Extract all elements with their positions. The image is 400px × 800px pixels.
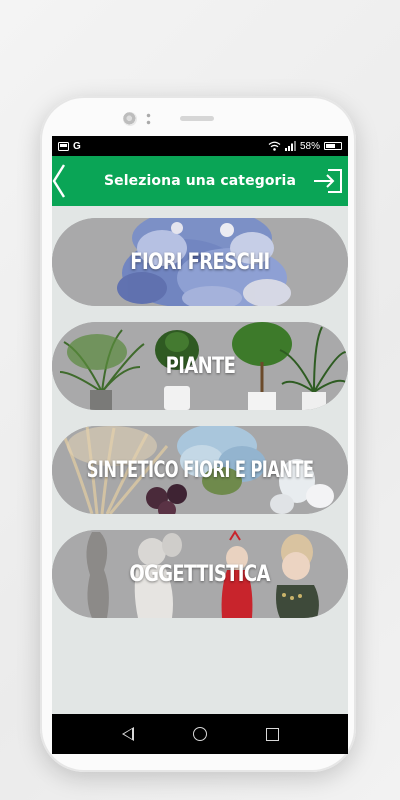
system-nav-bar (52, 714, 348, 754)
category-list: FIORI FRESCHI PIANTE SINTETICO FIORI E P… (52, 206, 348, 714)
nav-back-icon[interactable] (121, 727, 134, 741)
sensor (146, 112, 151, 126)
chevron-left-icon (52, 164, 66, 198)
earpiece-speaker (180, 116, 214, 121)
status-bar: G 58% (52, 136, 348, 156)
logout-button[interactable] (312, 166, 344, 196)
category-oggettistica[interactable]: OGGETTISTICA (52, 530, 348, 618)
front-camera (123, 112, 137, 126)
image-icon (58, 141, 69, 151)
back-button[interactable] (52, 156, 74, 206)
category-label: OGGETTISTICA (129, 561, 271, 587)
phone-screen: G 58% Seleziona una categoria FIORI FRES… (52, 136, 348, 754)
category-sintetico-fiori-e-piante[interactable]: SINTETICO FIORI E PIANTE (52, 426, 348, 514)
app-bar: Seleziona una categoria (52, 156, 348, 206)
g-icon: G (73, 140, 81, 152)
page-title: Seleziona una categoria (103, 173, 296, 189)
category-piante[interactable]: PIANTE (52, 322, 348, 410)
wifi-icon (268, 141, 281, 151)
logout-icon (314, 169, 342, 193)
category-label: PIANTE (165, 353, 235, 379)
nav-home-icon[interactable] (192, 727, 207, 741)
nav-recents-icon[interactable] (265, 727, 279, 741)
battery-percent: 58% (299, 140, 320, 152)
category-label: FIORI FRESCHI (130, 249, 270, 275)
category-fiori-freschi[interactable]: FIORI FRESCHI (52, 218, 348, 306)
category-label: SINTETICO FIORI E PIANTE (86, 457, 314, 483)
battery-icon (324, 142, 342, 150)
signal-icon (284, 141, 296, 151)
